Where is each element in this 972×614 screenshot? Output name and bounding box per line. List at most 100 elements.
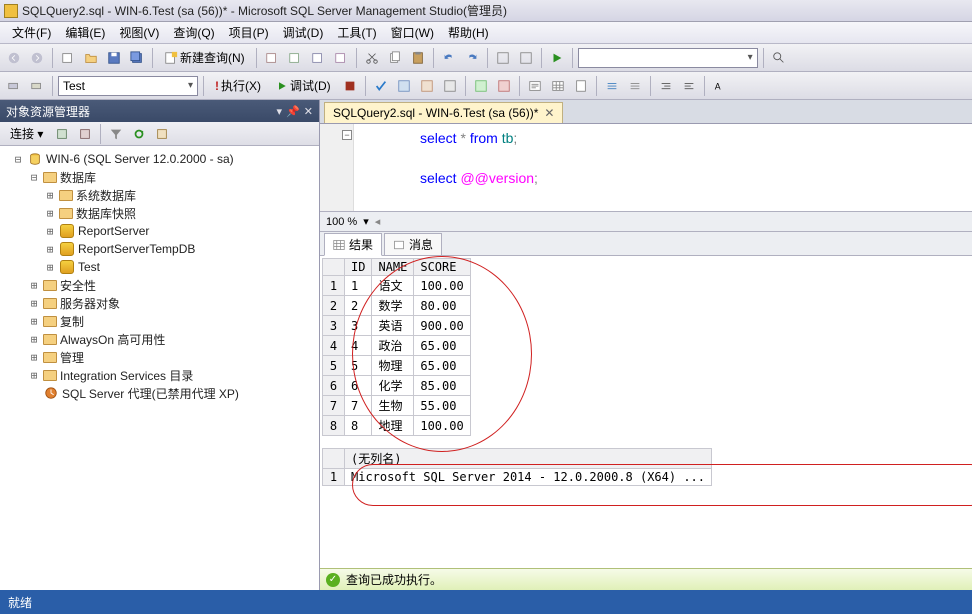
results-grid-2[interactable]: (无列名) 1Microsoft SQL Server 2014 - 12.0.… [322, 448, 712, 486]
query-options-icon[interactable] [417, 76, 437, 96]
oe-filter-icon[interactable] [106, 124, 126, 144]
tb2-icon-2[interactable] [27, 76, 47, 96]
comment-icon[interactable] [602, 76, 622, 96]
zoom-dropdown-icon[interactable]: ▾ [363, 215, 369, 228]
oe-close-icon[interactable]: ✕ [304, 105, 313, 118]
oe-dropdown-icon[interactable]: ▾ [277, 105, 283, 118]
tree-alwayson-node[interactable]: ⊞AlwaysOn 高可用性 [0, 330, 319, 348]
tb-icon-3[interactable] [308, 48, 328, 68]
copy-icon[interactable] [385, 48, 405, 68]
tab-close-icon[interactable]: ✕ [544, 106, 554, 120]
stop-icon[interactable] [340, 76, 360, 96]
specify-values-icon[interactable]: A [710, 76, 730, 96]
collapse-icon[interactable]: ⊟ [12, 153, 24, 166]
new-project-icon[interactable] [58, 48, 78, 68]
expand-icon[interactable]: ⊞ [44, 207, 56, 220]
menu-edit[interactable]: 编辑(E) [59, 22, 111, 43]
zoom-level[interactable]: 100 % [326, 216, 357, 228]
save-icon[interactable] [104, 48, 124, 68]
database-combo[interactable]: Test [58, 76, 198, 96]
solution-config-combo[interactable] [578, 48, 758, 68]
expand-icon[interactable]: ⊞ [28, 297, 40, 310]
menu-tools[interactable]: 工具(T) [331, 22, 382, 43]
tree-reportserver-node[interactable]: ⊞ReportServer [0, 222, 319, 240]
tree-integration-node[interactable]: ⊞Integration Services 目录 [0, 366, 319, 384]
parse-icon[interactable] [371, 76, 391, 96]
expand-icon[interactable]: ⊞ [28, 369, 40, 382]
results-file-icon[interactable] [571, 76, 591, 96]
results-pane[interactable]: IDNAMESCORE 11语文100.00 22数学80.00 33英语900… [320, 256, 972, 568]
results-text-icon[interactable] [525, 76, 545, 96]
results-grid-1[interactable]: IDNAMESCORE 11语文100.00 22数学80.00 33英语900… [322, 258, 471, 436]
undo-icon[interactable] [439, 48, 459, 68]
redo-icon[interactable] [462, 48, 482, 68]
client-stats-icon[interactable] [494, 76, 514, 96]
expand-icon[interactable]: ⊞ [44, 243, 56, 256]
tree-label: 系统数据库 [76, 187, 136, 204]
expand-icon[interactable]: ⊞ [28, 351, 40, 364]
tree-databases-node[interactable]: ⊟数据库 [0, 168, 319, 186]
new-query-button[interactable]: 新建查询(N) [158, 47, 251, 68]
debug-button[interactable]: 调试(D) [270, 75, 337, 96]
messages-tab[interactable]: 消息 [384, 233, 442, 256]
paste-icon[interactable] [408, 48, 428, 68]
oe-pin-icon[interactable]: 📌 [286, 105, 300, 118]
menu-file[interactable]: 文件(F) [6, 22, 57, 43]
tb-icon-4[interactable] [331, 48, 351, 68]
oe-refresh-icon[interactable] [129, 124, 149, 144]
results-tab[interactable]: 结果 [324, 233, 382, 256]
tb-icon-2[interactable] [285, 48, 305, 68]
indent-icon[interactable] [656, 76, 676, 96]
tb-icon-1[interactable] [262, 48, 282, 68]
open-icon[interactable] [81, 48, 101, 68]
nav-back-icon[interactable] [4, 48, 24, 68]
uncomment-icon[interactable] [625, 76, 645, 96]
expand-icon[interactable]: ⊞ [44, 261, 56, 274]
tree-management-node[interactable]: ⊞管理 [0, 348, 319, 366]
cut-icon[interactable] [362, 48, 382, 68]
region-collapse-icon[interactable]: − [342, 130, 352, 140]
results-grid-icon[interactable] [548, 76, 568, 96]
menu-help[interactable]: 帮助(H) [442, 22, 495, 43]
save-all-icon[interactable] [127, 48, 147, 68]
connect-button[interactable]: 连接 ▾ [4, 123, 49, 144]
change-connection-icon[interactable] [4, 76, 24, 96]
menu-project[interactable]: 项目(P) [223, 22, 275, 43]
tree-reportservertemp-node[interactable]: ⊞ReportServerTempDB [0, 240, 319, 258]
tree-snapshots-node[interactable]: ⊞数据库快照 [0, 204, 319, 222]
tree-replication-node[interactable]: ⊞复制 [0, 312, 319, 330]
tree-testdb-node[interactable]: ⊞Test [0, 258, 319, 276]
menu-window[interactable]: 窗口(W) [385, 22, 440, 43]
folder-icon [43, 280, 57, 291]
expand-icon[interactable]: ⊞ [44, 225, 56, 238]
oe-tool-3[interactable] [152, 124, 172, 144]
tb-icon-misc1[interactable] [493, 48, 513, 68]
find-icon[interactable] [769, 48, 789, 68]
tree-security-node[interactable]: ⊞安全性 [0, 276, 319, 294]
oe-tool-1[interactable] [52, 124, 72, 144]
sql-editor[interactable]: − select * from tb; select @@version; [320, 124, 972, 212]
expand-icon[interactable]: ⊞ [28, 315, 40, 328]
outdent-icon[interactable] [679, 76, 699, 96]
tree-agent-node[interactable]: ⊞SQL Server 代理(已禁用代理 XP) [0, 384, 319, 402]
database-icon [59, 223, 75, 239]
intellisense-icon[interactable] [440, 76, 460, 96]
tree-sysdb-node[interactable]: ⊞ 系统数据库 [0, 186, 319, 204]
menu-debug[interactable]: 调试(D) [277, 22, 330, 43]
collapse-icon[interactable]: ⊟ [28, 171, 40, 184]
start-icon[interactable] [547, 48, 567, 68]
document-tab[interactable]: SQLQuery2.sql - WIN-6.Test (sa (56))* ✕ [324, 102, 563, 123]
tree-server-node[interactable]: ⊟WIN-6 (SQL Server 12.0.2000 - sa) [0, 150, 319, 168]
execute-button[interactable]: ! 执行(X) [209, 75, 267, 96]
include-plan-icon[interactable] [471, 76, 491, 96]
tb-icon-misc2[interactable] [516, 48, 536, 68]
expand-icon[interactable]: ⊞ [28, 333, 40, 346]
menu-view[interactable]: 视图(V) [113, 22, 165, 43]
oe-tool-2[interactable] [75, 124, 95, 144]
estimated-plan-icon[interactable] [394, 76, 414, 96]
expand-icon[interactable]: ⊞ [44, 189, 56, 202]
tree-serverobjects-node[interactable]: ⊞服务器对象 [0, 294, 319, 312]
expand-icon[interactable]: ⊞ [28, 279, 40, 292]
menu-query[interactable]: 查询(Q) [167, 22, 220, 43]
nav-fwd-icon[interactable] [27, 48, 47, 68]
